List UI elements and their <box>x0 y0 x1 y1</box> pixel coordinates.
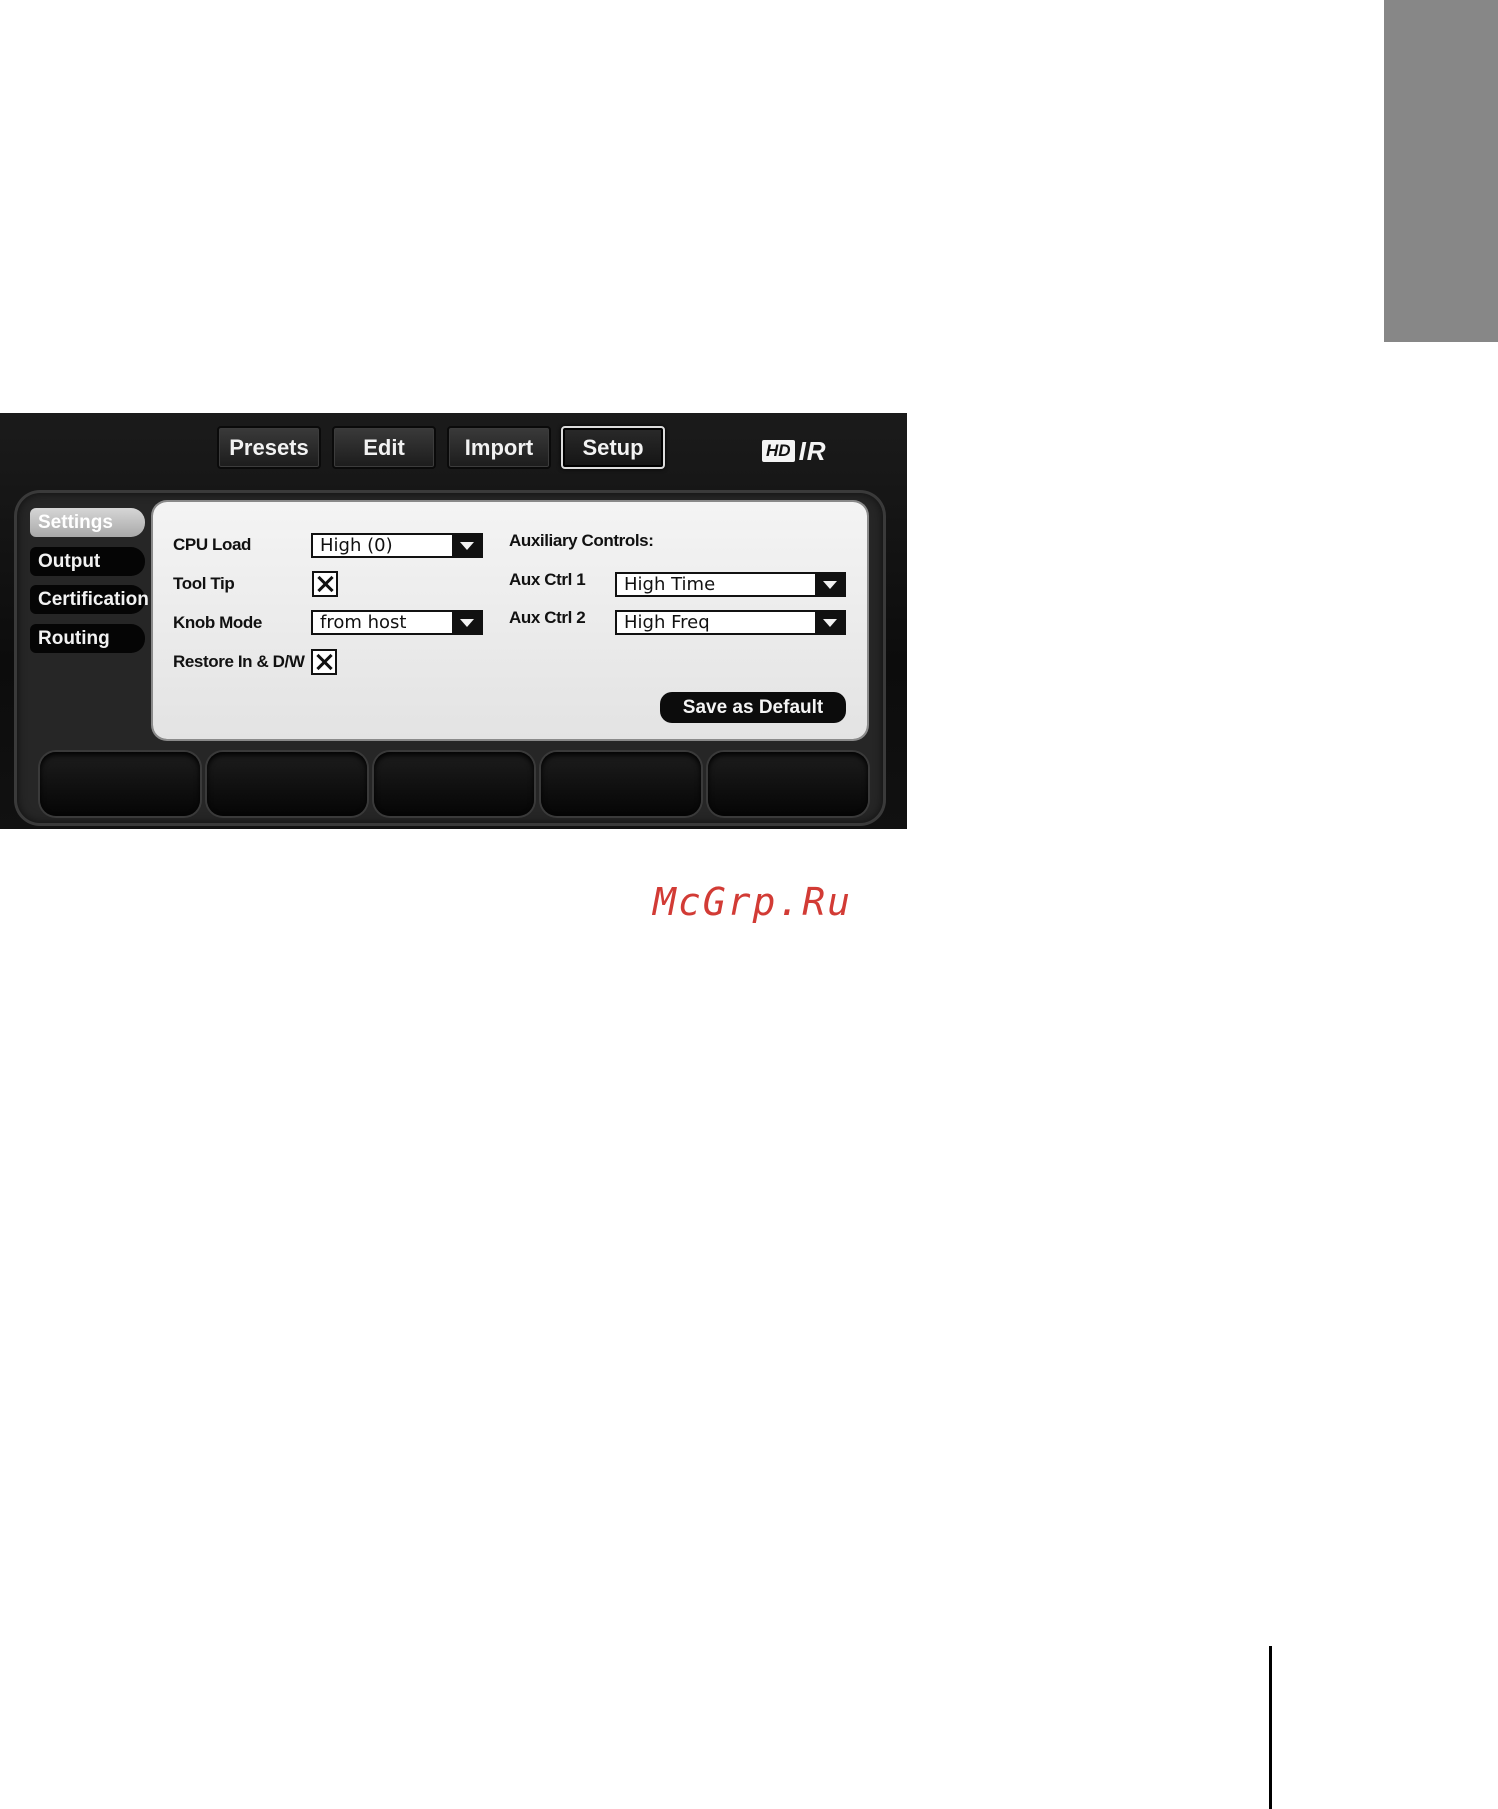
cpu-load-label: CPU Load <box>173 535 252 554</box>
bottom-slot-1[interactable] <box>40 752 200 816</box>
cpu-load-select[interactable]: High (0) <box>311 533 483 558</box>
restore-label: Restore In & D/W <box>173 652 305 671</box>
bottom-slot-3[interactable] <box>374 752 534 816</box>
page-edge-line <box>1269 1646 1272 1809</box>
watermark: McGrp.Ru <box>653 880 853 924</box>
tool-tip-label: Tool Tip <box>173 574 235 593</box>
cpu-load-value: High (0) <box>320 535 393 556</box>
side-tab-marker <box>1384 0 1498 342</box>
bottom-slot-2[interactable] <box>207 752 367 816</box>
aux-ctrl-1-label: Aux Ctrl 1 <box>509 570 586 589</box>
settings-panel: CPU Load High (0) Tool Tip Knob Mode fro… <box>153 502 867 739</box>
save-as-default-button[interactable]: Save as Default <box>660 692 846 723</box>
aux-ctrl-2-select[interactable]: High Freq <box>615 610 846 635</box>
chevron-down-icon <box>815 574 844 595</box>
sidebar-item-settings[interactable]: Settings <box>30 508 145 537</box>
logo-hd: HD <box>762 440 795 462</box>
tab-edit[interactable]: Edit <box>332 426 436 469</box>
plugin-window: Presets Edit Import Setup HD IR Settings… <box>0 413 907 829</box>
tool-tip-checkbox[interactable] <box>312 571 338 597</box>
aux-ctrl-2-value: High Freq <box>624 612 710 633</box>
hdir-logo: HD IR <box>762 436 827 466</box>
tab-setup[interactable]: Setup <box>561 426 665 469</box>
aux-ctrl-2-label: Aux Ctrl 2 <box>509 608 586 627</box>
aux-ctrl-1-value: High Time <box>624 574 716 595</box>
chevron-down-icon <box>815 612 844 633</box>
bottom-slot-5[interactable] <box>708 752 868 816</box>
chevron-down-icon <box>452 612 481 633</box>
knob-mode-label: Knob Mode <box>173 613 262 632</box>
sidebar-item-output[interactable]: Output <box>30 547 145 576</box>
aux-ctrl-1-select[interactable]: High Time <box>615 572 846 597</box>
knob-mode-select[interactable]: from host <box>311 610 483 635</box>
logo-ir: IR <box>798 435 827 466</box>
bottom-slot-4[interactable] <box>541 752 701 816</box>
sidebar-item-routing[interactable]: Routing <box>30 624 145 653</box>
tab-presets[interactable]: Presets <box>217 426 321 469</box>
knob-mode-value: from host <box>320 612 407 633</box>
sidebar-item-certification[interactable]: Certification <box>30 585 149 614</box>
tab-import[interactable]: Import <box>447 426 551 469</box>
restore-checkbox[interactable] <box>311 649 337 675</box>
aux-controls-heading: Auxiliary Controls: <box>509 531 654 550</box>
chevron-down-icon <box>452 535 481 556</box>
